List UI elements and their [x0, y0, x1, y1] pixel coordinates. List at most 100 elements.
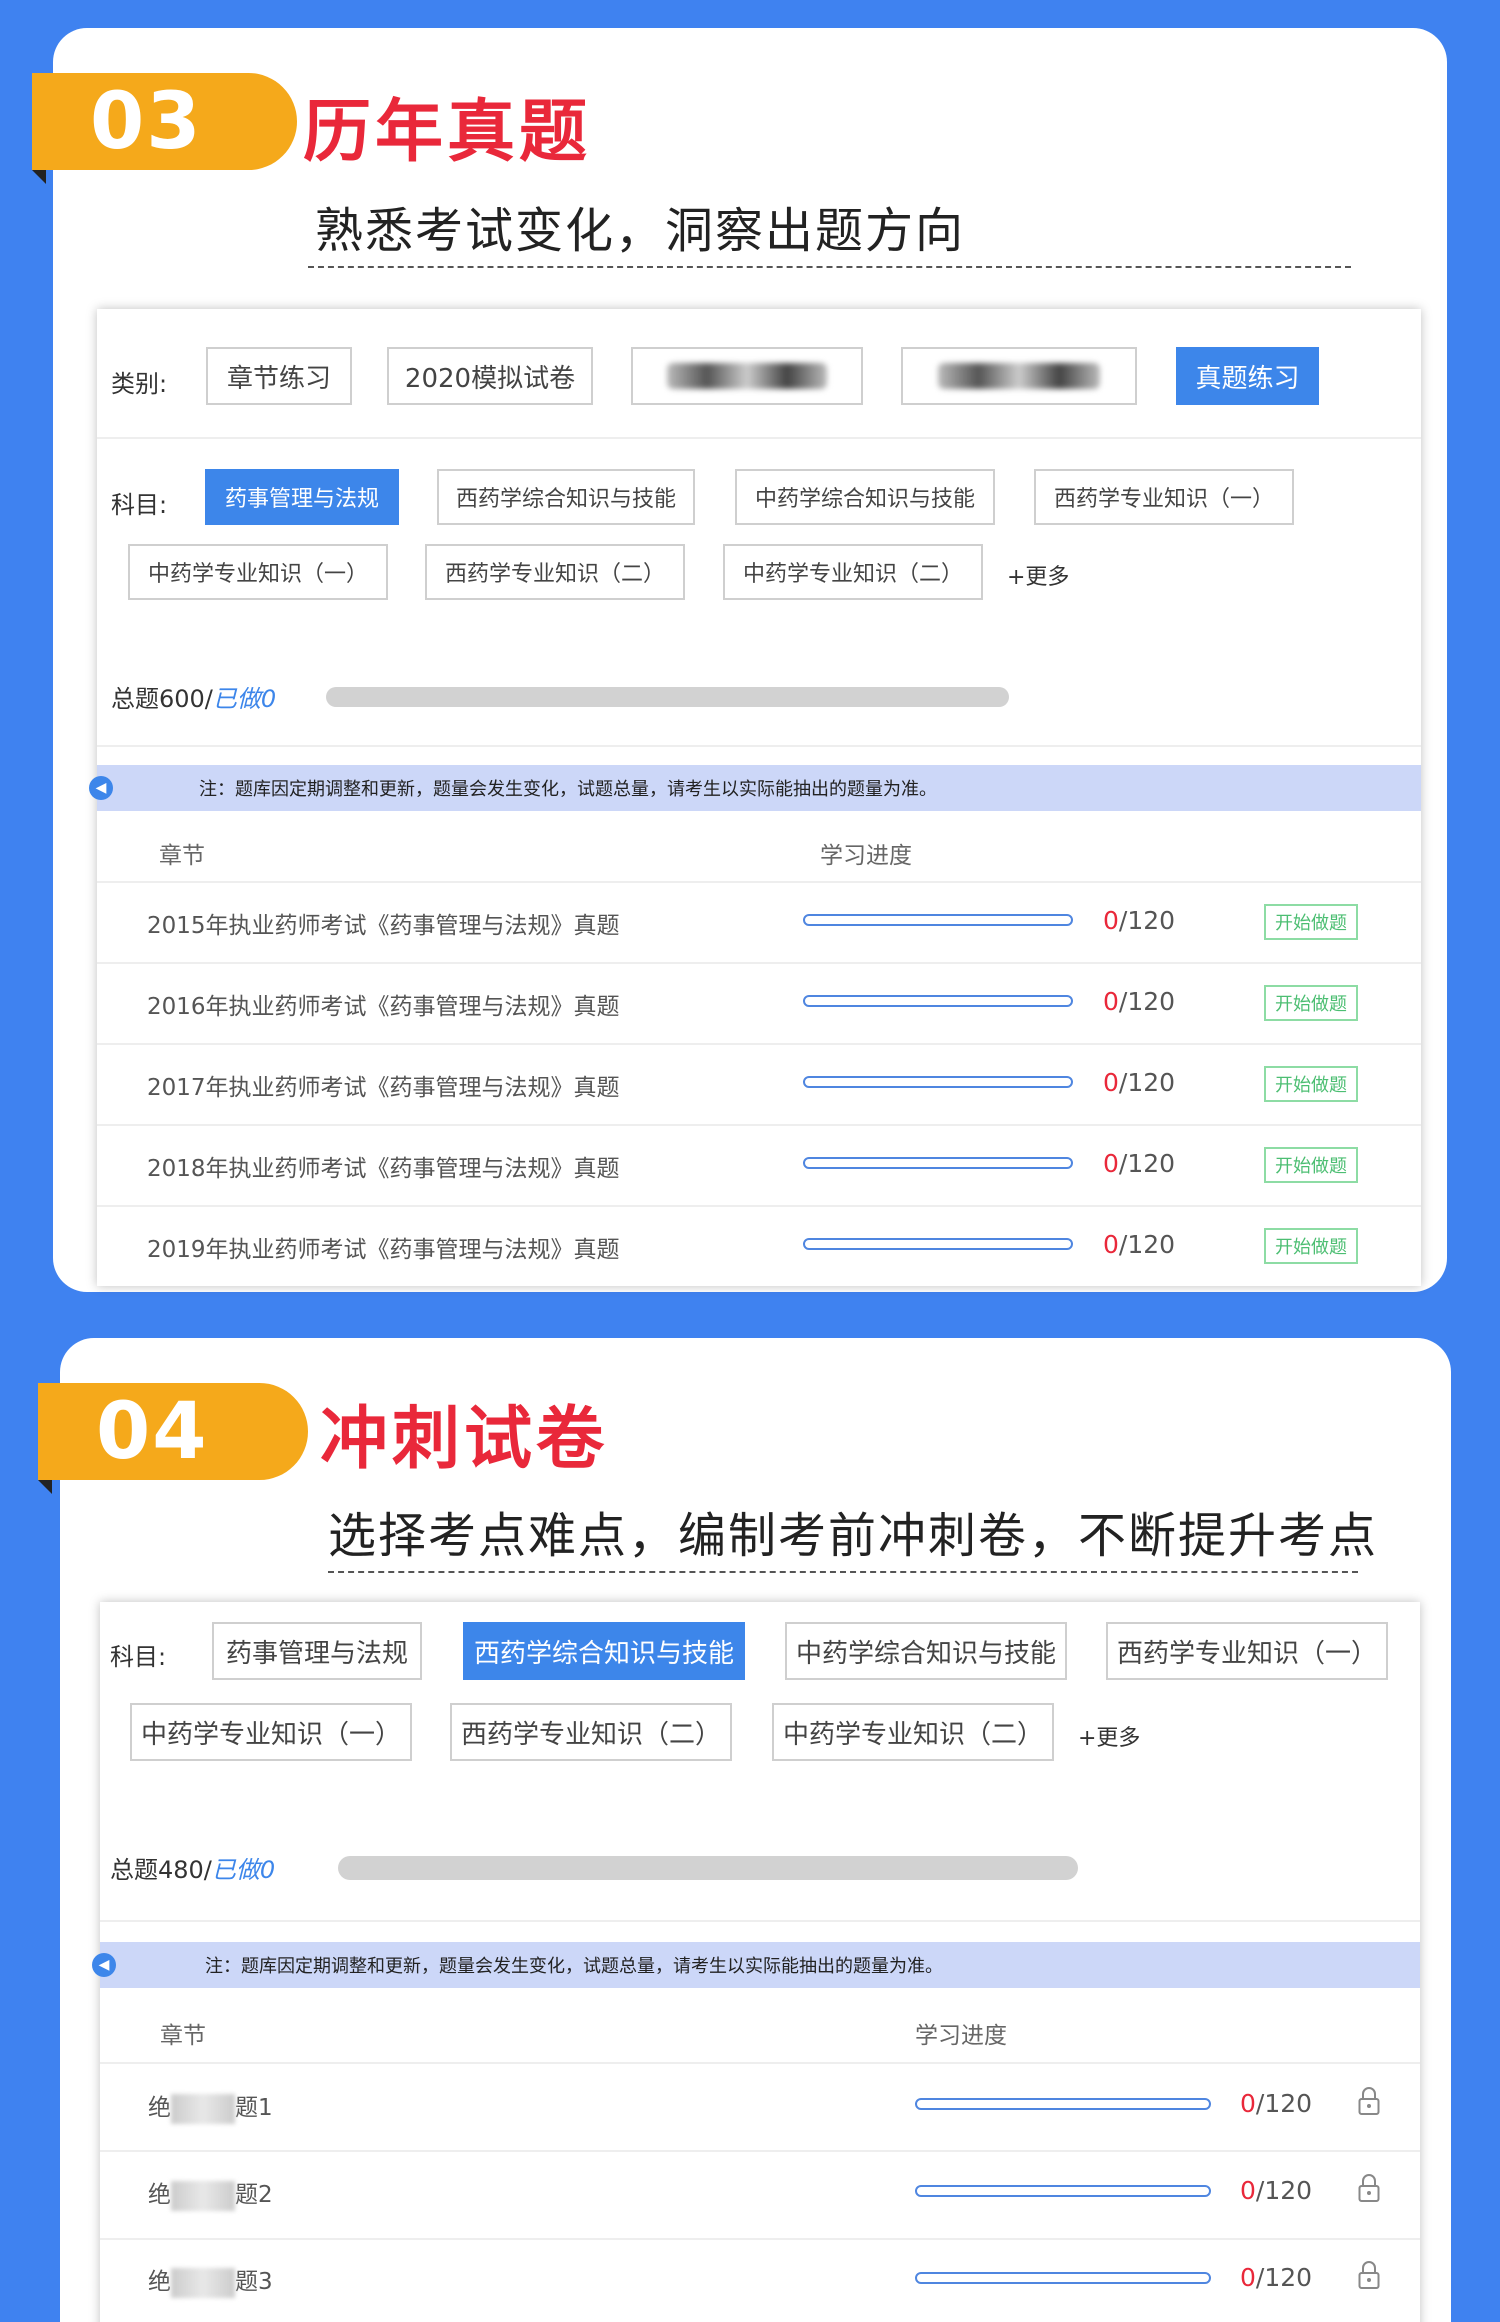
- subject-western-comprehensive[interactable]: 西药学综合知识与技能: [437, 469, 695, 525]
- divider: [100, 2062, 1420, 2064]
- paper-name-suffix: 题2: [235, 2182, 273, 2208]
- subject-pharmacy-law[interactable]: 药事管理与法规: [212, 1622, 422, 1680]
- more-link[interactable]: +更多: [1007, 559, 1069, 591]
- subject-western-knowledge-1[interactable]: 西药学专业知识（一）: [1034, 469, 1294, 525]
- done-count: 已做0: [211, 1856, 276, 1884]
- divider: [328, 1571, 1358, 1573]
- overall-progress-bar: [338, 1856, 1078, 1880]
- subject-chinese-knowledge-2[interactable]: 中药学专业知识（二）: [772, 1703, 1054, 1761]
- subject-chinese-comprehensive[interactable]: 中药学综合知识与技能: [785, 1622, 1067, 1680]
- done-number: 0: [1240, 2263, 1256, 2292]
- total-number: /120: [1118, 1230, 1176, 1259]
- subject-western-comprehensive[interactable]: 西药学综合知识与技能: [463, 1622, 745, 1680]
- total-count: 总题480/已做0: [110, 1850, 275, 1885]
- divider: [100, 2150, 1420, 2152]
- subject-chinese-knowledge-1[interactable]: 中药学专业知识（一）: [130, 1703, 412, 1761]
- exam-panel: 科目: 药事管理与法规 西药学综合知识与技能 中药学综合知识与技能 西药学专业知…: [92, 1602, 1420, 2322]
- section-number-badge: 03: [32, 73, 297, 184]
- divider: [97, 1124, 1421, 1126]
- done-number: 0: [1103, 1149, 1119, 1178]
- section-card-sprint-papers: 04 冲刺试卷 选择考点难点，编制考前冲刺卷，不断提升考点 科目: 药事管理与法…: [38, 1338, 1451, 2322]
- start-practice-button[interactable]: 开始做题: [1264, 1066, 1358, 1102]
- section-card-past-exams: 03 历年真题 熟悉考试变化，洞察出题方向 类别: 章节练习 2020模拟试卷 …: [32, 28, 1447, 1292]
- total-number: /120: [1255, 2089, 1313, 2118]
- column-header-progress: 学习进度: [915, 2023, 1007, 2049]
- subject-chinese-knowledge-1[interactable]: 中药学专业知识（一）: [128, 544, 388, 600]
- chapter-name: 2015年执业药师考试《药事管理与法规》真题: [147, 913, 620, 939]
- total-number: /120: [1118, 987, 1176, 1016]
- row-progress-bar: [915, 2098, 1211, 2110]
- subject-chinese-knowledge-2[interactable]: 中药学专业知识（二）: [723, 544, 983, 600]
- exam-panel: 类别: 章节练习 2020模拟试卷 真题练习 科目: 药事管理与法规 西药学综合…: [89, 309, 1421, 1286]
- done-number: 0: [1240, 2089, 1256, 2118]
- total-count: 总题600/已做0: [111, 679, 276, 714]
- row-progress-bar: [915, 2272, 1211, 2284]
- divider: [97, 745, 1421, 747]
- paper-name: 绝 题1: [148, 2088, 273, 2124]
- total-number: /120: [1255, 2263, 1313, 2292]
- blurred-label: [937, 363, 1101, 389]
- category-chapter-practice[interactable]: 章节练习: [206, 347, 352, 405]
- total-prefix: 总题600/: [111, 685, 213, 713]
- paper-name-suffix: 题3: [235, 2269, 273, 2295]
- divider: [308, 266, 1351, 268]
- speaker-icon: ◀: [89, 776, 113, 800]
- done-count: 已做0: [212, 685, 277, 713]
- divider: [97, 1205, 1421, 1207]
- start-practice-button[interactable]: 开始做题: [1264, 1228, 1358, 1264]
- row-progress-bar: [803, 1238, 1073, 1250]
- start-practice-button[interactable]: 开始做题: [1264, 985, 1358, 1021]
- done-number: 0: [1103, 906, 1119, 935]
- row-progress-count: 0/120: [1103, 1230, 1175, 1259]
- blurred-text: [171, 2093, 235, 2124]
- lock-icon[interactable]: [1358, 2260, 1380, 2290]
- blurred-text: [171, 2180, 235, 2211]
- paper-name-prefix: 绝: [148, 2095, 171, 2121]
- divider: [100, 2238, 1420, 2240]
- column-header-progress: 学习进度: [820, 843, 912, 869]
- total-number: /120: [1118, 1068, 1176, 1097]
- notice-bar: ◀ 注：题库因定期调整和更新，题量会发生变化，试题总量，请考生以实际能抽出的题量…: [92, 1942, 1420, 1988]
- start-practice-button[interactable]: 开始做题: [1264, 904, 1358, 940]
- paper-name: 绝 题3: [148, 2262, 273, 2298]
- overall-progress-bar: [326, 687, 1009, 707]
- subject-western-knowledge-2[interactable]: 西药学专业知识（二）: [450, 1703, 732, 1761]
- divider: [97, 1043, 1421, 1045]
- row-progress-bar: [803, 1157, 1073, 1169]
- blurred-label: [667, 363, 827, 389]
- subject-chinese-comprehensive[interactable]: 中药学综合知识与技能: [735, 469, 995, 525]
- blurred-text: [171, 2267, 235, 2298]
- total-prefix: 总题480/: [110, 1856, 212, 1884]
- category-blurred[interactable]: [901, 347, 1137, 405]
- row-progress-count: 0/120: [1240, 2089, 1312, 2118]
- total-number: /120: [1118, 906, 1176, 935]
- category-2020-predict[interactable]: [631, 347, 863, 405]
- done-number: 0: [1103, 987, 1119, 1016]
- column-header-chapter: 章节: [159, 843, 205, 869]
- lock-icon[interactable]: [1358, 2173, 1380, 2203]
- section-subtitle: 熟悉考试变化，洞察出题方向: [315, 203, 966, 259]
- notice-text: 注：题库因定期调整和更新，题量会发生变化，试题总量，请考生以实际能抽出的题量为准…: [199, 779, 937, 800]
- section-number: 04: [96, 1386, 209, 1477]
- divider: [97, 962, 1421, 964]
- section-number: 03: [90, 76, 203, 167]
- category-real-exams[interactable]: 真题练习: [1176, 347, 1319, 405]
- lock-icon[interactable]: [1358, 2086, 1380, 2116]
- section-subtitle: 选择考点难点，编制考前冲刺卷，不断提升考点: [328, 1508, 1379, 1564]
- subject-western-knowledge-1[interactable]: 西药学专业知识（一）: [1106, 1622, 1388, 1680]
- category-label: 类别:: [111, 370, 168, 398]
- chapter-name: 2017年执业药师考试《药事管理与法规》真题: [147, 1075, 620, 1101]
- done-number: 0: [1103, 1230, 1119, 1259]
- chapter-name: 2019年执业药师考试《药事管理与法规》真题: [147, 1237, 620, 1263]
- more-link[interactable]: +更多: [1078, 1720, 1140, 1752]
- row-progress-bar: [803, 914, 1073, 926]
- category-2020-mock[interactable]: 2020模拟试卷: [387, 347, 593, 405]
- section-title: 历年真题: [303, 93, 592, 172]
- subject-pharmacy-law[interactable]: 药事管理与法规: [205, 469, 399, 525]
- paper-name: 绝 题2: [148, 2175, 273, 2211]
- chapter-name: 2016年执业药师考试《药事管理与法规》真题: [147, 994, 620, 1020]
- start-practice-button[interactable]: 开始做题: [1264, 1147, 1358, 1183]
- subject-label: 科目:: [110, 1643, 167, 1671]
- section-title: 冲刺试卷: [320, 1400, 609, 1479]
- subject-western-knowledge-2[interactable]: 西药学专业知识（二）: [425, 544, 685, 600]
